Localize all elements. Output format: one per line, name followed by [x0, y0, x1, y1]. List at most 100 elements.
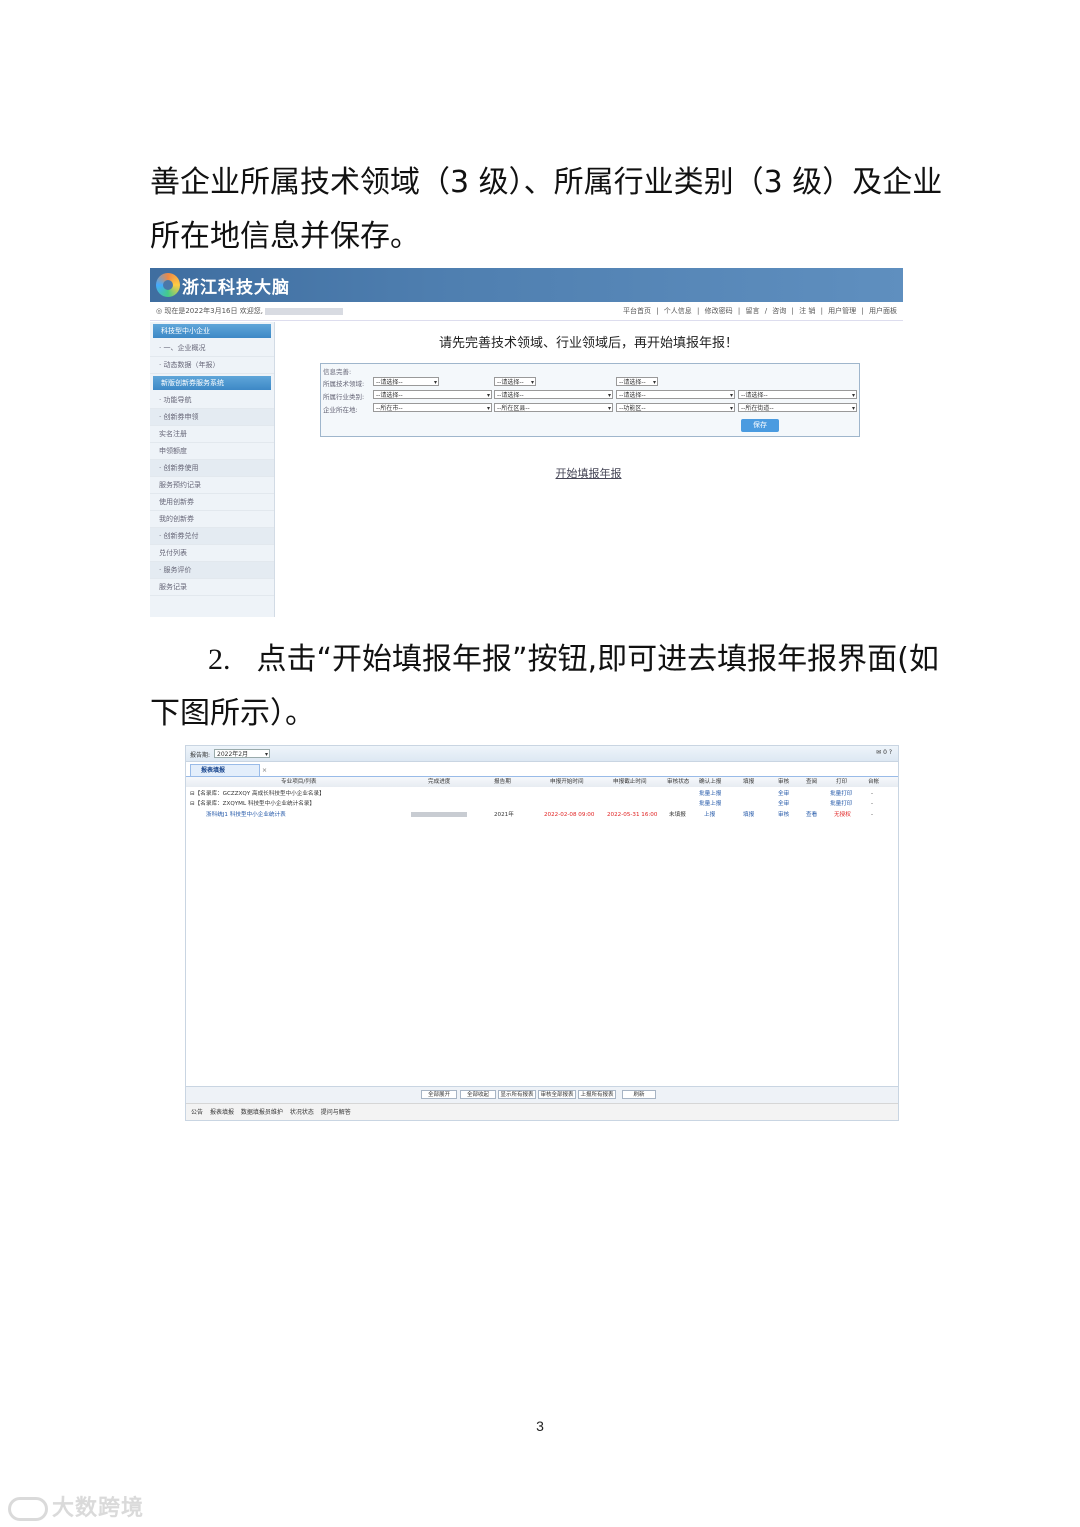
- tech-select-2[interactable]: --请选择--: [494, 377, 536, 387]
- col-view[interactable]: 查阅: [806, 777, 817, 787]
- sidebar-item-register[interactable]: 实名注册: [150, 426, 274, 443]
- street-select[interactable]: --所在街道--: [738, 403, 857, 413]
- col-progress[interactable]: 完成进度: [428, 777, 450, 787]
- col-confirm[interactable]: 确认上报: [699, 777, 721, 787]
- col-start[interactable]: 申报开始时间: [550, 777, 584, 787]
- batch-submit-link[interactable]: 批量上报: [699, 799, 721, 809]
- batch-print-link[interactable]: 批量打印: [830, 799, 852, 809]
- fill-link[interactable]: 填报: [743, 810, 754, 820]
- col-end[interactable]: 申报截止时间: [613, 777, 647, 787]
- sidebar-group-review[interactable]: · 服务评价: [150, 562, 274, 579]
- sidebar-group-apply[interactable]: · 创新券申领: [150, 409, 274, 426]
- tab-report-filling[interactable]: 报表填报 ×: [190, 764, 267, 776]
- sidebar-item-service-record[interactable]: 服务记录: [150, 579, 274, 596]
- sidebar-item-use-voucher[interactable]: 使用创新券: [150, 494, 274, 511]
- industry-select-3[interactable]: --请选择--: [616, 390, 735, 400]
- sidebar-item-booking[interactable]: 服务预约记录: [150, 477, 274, 494]
- notice-text: 请先完善技术领域、行业领域后，再开始填报年报！: [438, 336, 738, 351]
- show-all-button[interactable]: 显示所有报表: [498, 1090, 536, 1099]
- audit-all-link[interactable]: 全审: [778, 789, 789, 799]
- sidebar-item-nav[interactable]: · 功能导航: [150, 392, 274, 409]
- city-select[interactable]: --所在市--: [373, 403, 492, 413]
- nav-change-password[interactable]: 修改密码: [705, 307, 733, 315]
- info-bar: ◎ 现在是2022年3月16日 欢迎您, 平台首页 | 个人信息 | 修改密码 …: [150, 302, 903, 321]
- tech-select-1[interactable]: --请选择--: [373, 377, 439, 387]
- nav-user-management[interactable]: 用户管理: [828, 307, 856, 315]
- submit-all-button[interactable]: 上报所有报表: [578, 1090, 616, 1099]
- nav-consult[interactable]: 咨询: [772, 307, 786, 315]
- start-time: 2022-02-08 09:00: [544, 812, 595, 818]
- print-unauthorized: 无授权: [834, 812, 851, 818]
- col-project[interactable]: 专业项目/列表: [281, 777, 316, 787]
- sidebar-item-my-voucher[interactable]: 我的创新券: [150, 511, 274, 528]
- sidebar-group-redeem[interactable]: · 创新券兑付: [150, 528, 274, 545]
- report-name[interactable]: 浙科统J1 科技型中小企业统计表: [206, 810, 286, 820]
- nav-message[interactable]: 留言: [745, 307, 759, 315]
- nav-profile[interactable]: 个人信息: [664, 307, 692, 315]
- watermark: 大数跨境: [8, 1490, 144, 1522]
- status-faq[interactable]: 提问与解答: [321, 1109, 351, 1116]
- col-print[interactable]: 打印: [836, 777, 847, 787]
- submit-link[interactable]: 上报: [704, 810, 715, 820]
- expand-all-button[interactable]: 全部展开: [421, 1090, 457, 1099]
- report-grid: ⊟【名录库：GCZZXQY 高成长科技型中小企业名录】 批量上报 全审 批量打印…: [186, 787, 898, 1085]
- tech-field-label: 所属技术领域:: [323, 380, 365, 388]
- info-form: 信息完善: 所属技术领域: --请选择-- --请选择-- --请选择-- 所属…: [320, 363, 860, 437]
- table-row: ⊟【名录库：ZXQYML 科技型中小企业统计名录】 批量上报 全审 批量打印 -: [190, 799, 874, 809]
- audit-all-link[interactable]: 全审: [778, 799, 789, 809]
- start-annual-report-link[interactable]: 开始填报年报: [274, 465, 903, 481]
- screenshot-annual-report-setup: 浙江科技大脑 ◎ 现在是2022年3月16日 欢迎您, 平台首页 | 个人信息 …: [150, 268, 903, 617]
- col-fill[interactable]: 填报: [743, 777, 754, 787]
- status: 未填报: [669, 812, 686, 818]
- industry-select-1[interactable]: --请选择--: [373, 390, 492, 400]
- period-select[interactable]: 2022年2月: [214, 749, 270, 759]
- paragraph-2: 2. 点击“开始填报年报”按钮,即可进去填报年报界面(如 下图所示）。: [150, 633, 950, 741]
- row-name[interactable]: ⊟【名录库：ZXQYML 科技型中小企业统计名录】: [190, 799, 315, 809]
- col-audit[interactable]: 审核: [778, 777, 789, 787]
- sidebar-item-redeem-list[interactable]: 兑付列表: [150, 545, 274, 562]
- industry-select-4[interactable]: --请选择--: [738, 390, 857, 400]
- batch-submit-link[interactable]: 批量上报: [699, 789, 721, 799]
- step-number: 2.: [208, 643, 231, 676]
- status-bar: 公告 报表填报 数据填报员维护 状况状态 提问与解答: [186, 1103, 898, 1120]
- nav-home[interactable]: 平台首页: [623, 307, 651, 315]
- collapse-all-button[interactable]: 全部收起: [460, 1090, 496, 1099]
- sidebar: 科技型中小企业 · 一、企业概况 · 动态数据（年报） 新版创新券服务系统 · …: [150, 322, 275, 617]
- page-number: 3: [536, 1418, 544, 1434]
- status-state[interactable]: 状况状态: [290, 1109, 314, 1116]
- industry-label: 所属行业类别:: [323, 393, 365, 401]
- sidebar-item-annual-report[interactable]: · 动态数据（年报）: [150, 357, 274, 374]
- sidebar-item-overview[interactable]: · 一、企业概况: [150, 340, 274, 357]
- status-notice[interactable]: 公告: [191, 1109, 203, 1116]
- mail-icon[interactable]: ✉: [876, 749, 881, 756]
- audit-link[interactable]: 审核: [778, 810, 789, 820]
- nav-user-panel[interactable]: 用户面板: [869, 307, 897, 315]
- sidebar-section-sme[interactable]: 科技型中小企业: [153, 324, 271, 338]
- view-link[interactable]: 查看: [806, 810, 817, 820]
- nav-logout[interactable]: 注 销: [799, 307, 815, 315]
- batch-print-link[interactable]: 批量打印: [830, 789, 852, 799]
- save-button[interactable]: 保存: [741, 419, 779, 432]
- row-name[interactable]: ⊟【名录库：GCZZXQY 高成长科技型中小企业名录】: [190, 789, 325, 799]
- tech-select-3[interactable]: --请选择--: [616, 377, 658, 387]
- close-icon[interactable]: ×: [262, 765, 267, 777]
- status-filler-maintenance[interactable]: 数据填报员维护: [241, 1109, 283, 1116]
- col-status[interactable]: 审核状态: [667, 777, 689, 787]
- sidebar-item-quota[interactable]: 申领额度: [150, 443, 274, 460]
- sidebar-group-use[interactable]: · 创新券使用: [150, 460, 274, 477]
- refresh-button[interactable]: 刷新: [622, 1090, 656, 1099]
- industry-select-2[interactable]: --请选择--: [494, 390, 613, 400]
- col-period[interactable]: 报告期: [494, 777, 511, 787]
- report-toolbar: 报告期: 2022年2月 ✉ 0 ?: [186, 746, 898, 762]
- message-count: 0: [883, 749, 887, 756]
- status-report-filling[interactable]: 报表填报: [210, 1109, 234, 1116]
- progress-bar: [411, 810, 467, 820]
- help-icon[interactable]: ?: [889, 749, 892, 756]
- action-bar: 全部展开 全部收起 显示所有报表 审核全部报表 上报所有报表 刷新: [186, 1086, 898, 1103]
- col-ledger[interactable]: 台帐: [868, 777, 879, 787]
- district-select[interactable]: --所在区县--: [494, 403, 613, 413]
- audit-all-button[interactable]: 审核全部报表: [538, 1090, 576, 1099]
- sidebar-section-voucher[interactable]: 新版创新券服务系统: [153, 376, 271, 390]
- zone-select[interactable]: --功能区--: [616, 403, 735, 413]
- paragraph-1: 善企业所属技术领域（3 级）、所属行业类别（3 级）及企业所在地信息并保存。: [150, 165, 943, 254]
